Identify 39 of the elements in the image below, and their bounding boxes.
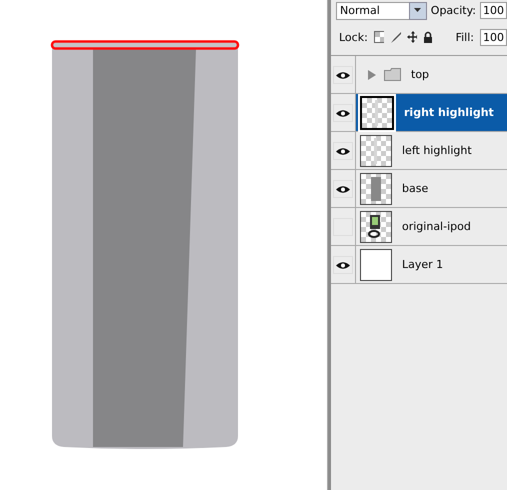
blend-mode-dropdown[interactable]: Normal bbox=[336, 2, 410, 20]
visibility-toggle[interactable] bbox=[333, 256, 353, 274]
layer-thumbnail bbox=[360, 172, 392, 204]
visibility-toggle[interactable] bbox=[333, 142, 353, 160]
lock-label: Lock: bbox=[339, 30, 368, 44]
eye-icon bbox=[336, 260, 350, 270]
opacity-label: Opacity: bbox=[430, 4, 476, 17]
layer-row[interactable]: original-ipod bbox=[331, 208, 507, 246]
brush-icon[interactable] bbox=[390, 30, 401, 44]
layer-name: base bbox=[402, 182, 428, 195]
layer-thumbnail bbox=[360, 96, 394, 130]
layer-thumbnail bbox=[360, 134, 392, 166]
layer-row[interactable]: base bbox=[331, 170, 507, 208]
lock-icon[interactable] bbox=[422, 31, 432, 43]
layer-name: top bbox=[411, 68, 430, 81]
layer-name: right highlight bbox=[404, 106, 494, 119]
layer-thumbnail bbox=[360, 210, 392, 242]
eye-icon bbox=[336, 108, 350, 118]
opacity-field[interactable]: 100 bbox=[480, 2, 507, 19]
visibility-toggle[interactable] bbox=[333, 180, 353, 198]
folder-icon bbox=[384, 68, 401, 81]
fill-label: Fill: bbox=[456, 30, 474, 44]
visibility-toggle[interactable] bbox=[333, 104, 353, 122]
layer-thumbnail bbox=[360, 248, 392, 280]
layer-name: Layer 1 bbox=[402, 258, 444, 271]
layer-row[interactable]: left highlight bbox=[331, 132, 507, 170]
move-icon[interactable] bbox=[406, 31, 417, 43]
layer-name: original-ipod bbox=[402, 220, 471, 233]
expand-triangle-icon[interactable] bbox=[368, 70, 376, 80]
eye-icon bbox=[336, 146, 350, 156]
layer-name: left highlight bbox=[402, 144, 472, 157]
layer-row[interactable]: Layer 1 bbox=[331, 246, 507, 284]
eye-icon bbox=[336, 70, 350, 80]
lock-transparency-icon[interactable] bbox=[374, 31, 384, 43]
fill-field[interactable]: 100 bbox=[480, 28, 507, 46]
eye-icon bbox=[336, 184, 350, 194]
visibility-toggle[interactable] bbox=[333, 66, 353, 84]
dropdown-button[interactable] bbox=[409, 2, 427, 20]
caret-icon bbox=[414, 8, 422, 13]
